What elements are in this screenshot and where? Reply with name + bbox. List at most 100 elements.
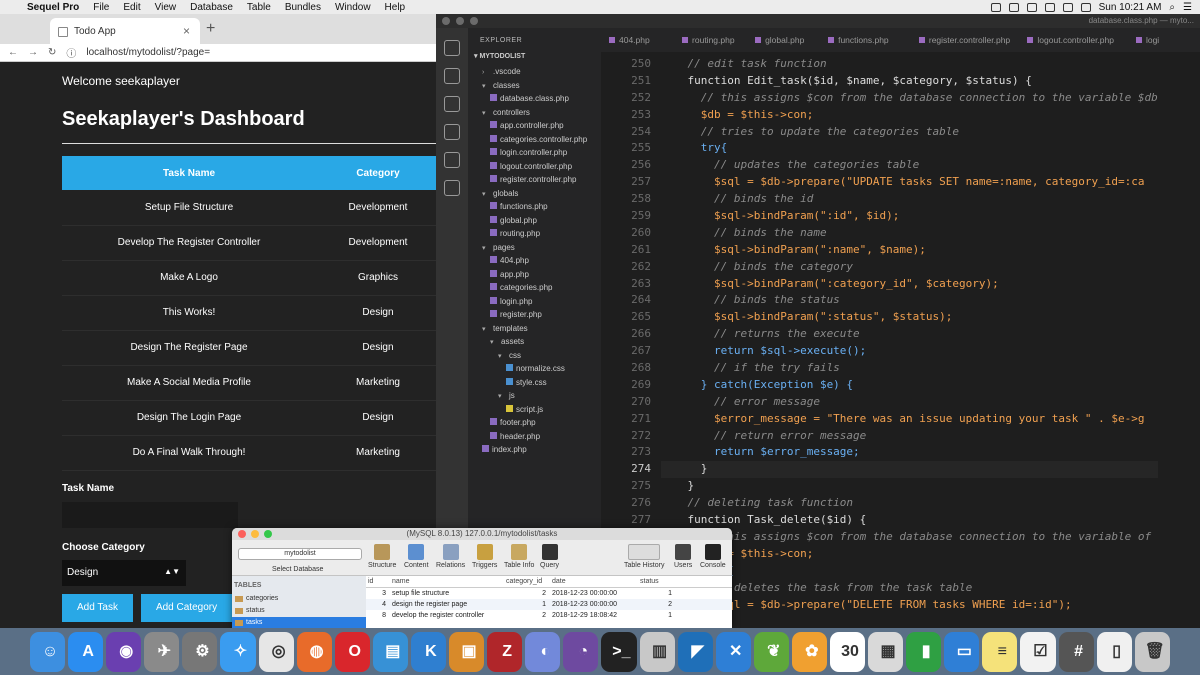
- code-line[interactable]: // edit task function: [661, 56, 1158, 73]
- task-row[interactable]: Setup File Structure Development: [62, 190, 440, 226]
- siri-icon[interactable]: ◉: [106, 632, 142, 672]
- task-row[interactable]: Do A Final Walk Through! Marketing: [62, 435, 440, 471]
- task-row[interactable]: Design The Login Page Design: [62, 400, 440, 436]
- extensions-icon[interactable]: [444, 152, 460, 168]
- explorer-item[interactable]: ▾ pages: [468, 241, 601, 255]
- menu-table[interactable]: Table: [240, 2, 278, 13]
- vscode-icon[interactable]: ◤: [677, 632, 713, 672]
- menu-file[interactable]: File: [86, 2, 116, 13]
- zoom-window-icon[interactable]: [470, 17, 478, 25]
- explorer-item[interactable]: functions.php: [468, 200, 601, 214]
- launchpad-icon[interactable]: ✈: [144, 632, 180, 672]
- editor-tab[interactable]: register.controller.php: [911, 28, 1020, 52]
- app-store-icon[interactable]: A: [68, 632, 104, 672]
- search-icon[interactable]: [444, 68, 460, 84]
- numbers-icon[interactable]: ▮: [906, 632, 942, 672]
- finder-icon[interactable]: ☺: [30, 632, 66, 672]
- explorer-item[interactable]: app.controller.php: [468, 119, 601, 133]
- code-line[interactable]: } catch(Exception $e) {: [661, 377, 1158, 394]
- editor-tab[interactable]: global.php: [747, 28, 820, 52]
- content-button[interactable]: Content: [404, 544, 429, 569]
- calendar-icon[interactable]: 30: [829, 632, 866, 672]
- status-icon-1[interactable]: [990, 2, 1001, 12]
- volume-icon[interactable]: [1062, 2, 1073, 12]
- editor-tab[interactable]: functions.php: [820, 28, 911, 52]
- code-line[interactable]: $sql->bindParam(":id", $id);: [661, 208, 1158, 225]
- airplay-icon[interactable]: [1026, 2, 1037, 12]
- url-field[interactable]: localhost/mytodolist/?page=: [86, 47, 210, 58]
- code-line[interactable]: // deleting task function: [661, 495, 1158, 512]
- explorer-item[interactable]: index.php: [468, 443, 601, 457]
- transmit-icon[interactable]: ▣: [449, 632, 485, 672]
- add-task-button[interactable]: Add Task: [62, 593, 133, 622]
- forward-icon[interactable]: →: [28, 47, 38, 58]
- github-icon[interactable]: ◔: [563, 632, 599, 672]
- trash-icon[interactable]: 🗑: [1134, 632, 1170, 672]
- explorer-item[interactable]: ▾ assets: [468, 335, 601, 349]
- code-line[interactable]: // binds the category: [661, 259, 1158, 276]
- safari-icon[interactable]: ✧: [220, 632, 256, 672]
- explorer-item[interactable]: login.controller.php: [468, 146, 601, 160]
- opera-icon[interactable]: O: [334, 632, 370, 672]
- explorer-item[interactable]: categories.php: [468, 281, 601, 295]
- table-list-item[interactable]: status: [232, 605, 366, 617]
- code-line[interactable]: // binds the name: [661, 225, 1158, 242]
- explorer-item[interactable]: login.php: [468, 295, 601, 309]
- code-line[interactable]: return $sql->execute();: [661, 343, 1158, 360]
- code-line[interactable]: $sql->bindParam(":name", $name);: [661, 242, 1158, 259]
- editor-tab[interactable]: routing.php: [674, 28, 747, 52]
- code-line[interactable]: }: [661, 478, 1158, 495]
- code-line[interactable]: try{: [661, 140, 1158, 157]
- notification-center-icon[interactable]: ☰: [1183, 2, 1192, 13]
- kitematic-icon[interactable]: K: [410, 632, 447, 672]
- task-row[interactable]: Develop The Register Controller Developme…: [62, 225, 440, 261]
- code-line[interactable]: // this assigns $con from the database c…: [661, 529, 1158, 546]
- explorer-item[interactable]: routing.php: [468, 227, 601, 241]
- explorer-item[interactable]: ▾ css: [468, 349, 601, 363]
- code-line[interactable]: // binds the id: [661, 191, 1158, 208]
- explorer-item[interactable]: global.php: [468, 214, 601, 228]
- notes-icon[interactable]: ≡: [982, 632, 1018, 672]
- menu-view[interactable]: View: [148, 2, 184, 13]
- menu-bundles[interactable]: Bundles: [278, 2, 328, 13]
- back-icon[interactable]: ←: [8, 47, 18, 58]
- code-line[interactable]: // error message: [661, 394, 1158, 411]
- task-row[interactable]: This Works! Design: [62, 295, 440, 331]
- menu-app-name[interactable]: Sequel Pro: [20, 2, 86, 13]
- coda-icon[interactable]: ❦: [753, 632, 789, 672]
- task-row[interactable]: Make A Social Media Profile Marketing: [62, 365, 440, 401]
- xcode-icon[interactable]: ✕: [715, 632, 751, 672]
- table-row[interactable]: 8 develop the register controller 2 2018-12…: [366, 610, 732, 621]
- table-row[interactable]: 4 design the register page 1 2018-12-23 00:…: [366, 599, 732, 610]
- table-list-item[interactable]: categories: [232, 593, 366, 605]
- explorer-item[interactable]: ▾ js: [468, 389, 601, 403]
- discord-icon[interactable]: ◐: [525, 632, 561, 672]
- column-header-category-id[interactable]: category_id: [504, 576, 550, 587]
- code-line[interactable]: $error_message = "There was an issue upd…: [661, 411, 1158, 428]
- zoom-window-icon[interactable]: [264, 530, 272, 538]
- preview-icon[interactable]: ▦: [868, 632, 904, 672]
- code-line[interactable]: function Task_delete($id) {: [661, 512, 1158, 529]
- code-line[interactable]: // tries to update the categories table: [661, 124, 1158, 141]
- terminal-icon[interactable]: >_: [601, 632, 637, 672]
- browser-tab[interactable]: Todo App ×: [50, 18, 200, 44]
- code-line[interactable]: // binds the status: [661, 292, 1158, 309]
- firefox-icon[interactable]: ◍: [296, 632, 332, 672]
- console-button[interactable]: Console: [700, 544, 726, 569]
- info-icon[interactable]: ⓘ: [66, 45, 76, 60]
- table-row[interactable]: 3 setup file structure 2 2018-12-23 00:00:0…: [366, 588, 732, 599]
- code-line[interactable]: $db = $this->con;: [661, 107, 1158, 124]
- code-line[interactable]: return $error_message;: [661, 444, 1158, 461]
- menu-help[interactable]: Help: [378, 2, 413, 13]
- database-select[interactable]: mytodolist: [238, 548, 362, 560]
- new-tab-icon[interactable]: +: [206, 20, 215, 38]
- explorer-root-folder[interactable]: ▾ MYTODOLIST: [468, 52, 601, 65]
- minimize-window-icon[interactable]: [251, 530, 259, 538]
- users-button[interactable]: Users: [674, 544, 692, 569]
- explorer-item[interactable]: ▾ classes: [468, 79, 601, 93]
- structure-button[interactable]: Structure: [368, 544, 396, 569]
- status-icon-2[interactable]: [1008, 2, 1019, 12]
- editor-tab[interactable]: logout.controller.php: [1019, 28, 1128, 52]
- explorer-item[interactable]: register.controller.php: [468, 173, 601, 187]
- column-header-date[interactable]: date: [550, 576, 638, 587]
